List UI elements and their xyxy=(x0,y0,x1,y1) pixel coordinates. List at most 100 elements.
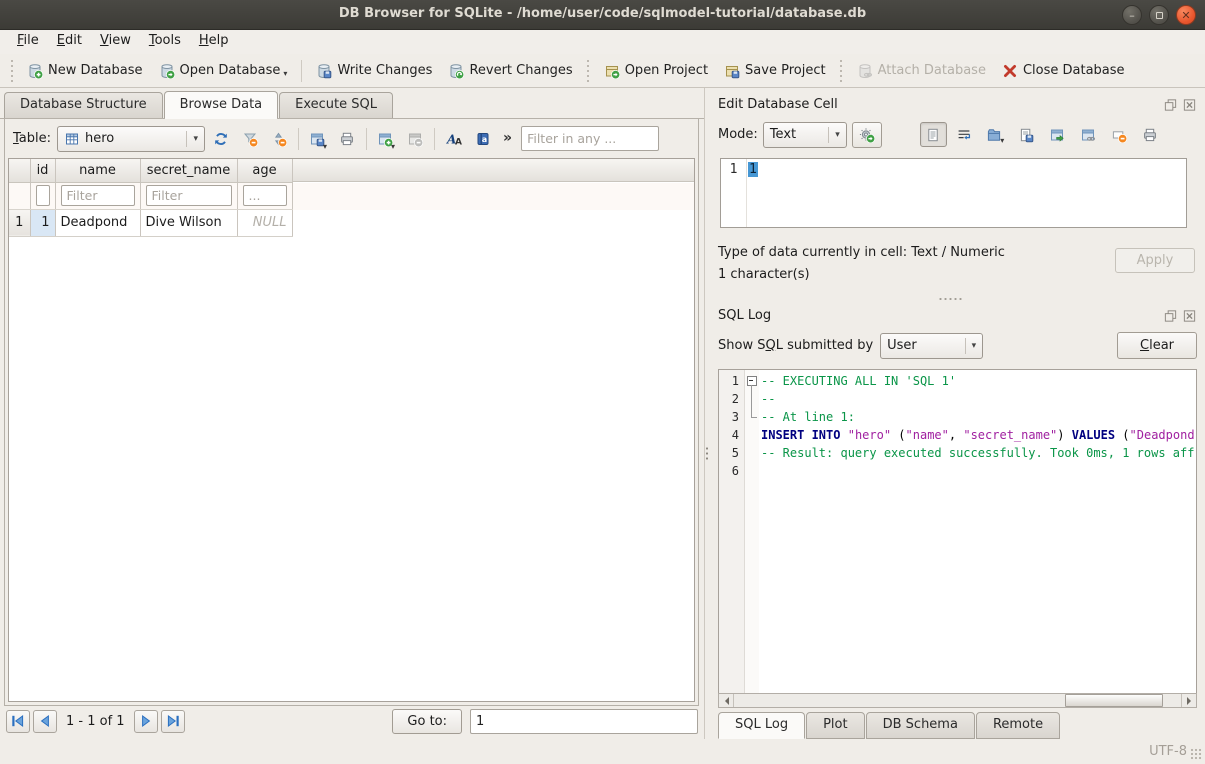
cell-name[interactable]: Deadpond xyxy=(55,209,140,236)
first-record-icon xyxy=(10,713,26,729)
cell-editor-text: 1 xyxy=(747,159,759,227)
print-button[interactable] xyxy=(334,126,360,152)
print-cell-button[interactable] xyxy=(1137,122,1164,147)
scrollbar-track[interactable] xyxy=(734,694,1181,707)
dock-close-icon[interactable] xyxy=(1182,98,1197,112)
toolbar-handle[interactable] xyxy=(838,60,845,82)
goto-input[interactable] xyxy=(470,709,698,734)
sql-log-view[interactable]: 123456 -- EXECUTING ALL IN 'SQL 1'---- A… xyxy=(718,369,1197,693)
import-data-button[interactable]: ▾ xyxy=(982,122,1009,147)
scroll-right-icon[interactable] xyxy=(1181,694,1196,707)
sql-log-hscrollbar[interactable] xyxy=(718,693,1197,708)
scrollbar-thumb[interactable] xyxy=(1065,694,1163,707)
refresh-button[interactable] xyxy=(208,126,234,152)
clear-filters-button[interactable] xyxy=(237,126,263,152)
column-filter-input-age[interactable] xyxy=(243,185,287,206)
next-record-button[interactable] xyxy=(134,710,158,733)
apply-button[interactable]: Apply xyxy=(1115,248,1195,273)
submitted-by-select[interactable]: User ▾ xyxy=(880,333,983,359)
dock-close-icon[interactable] xyxy=(1182,309,1197,323)
column-filter-input-name[interactable] xyxy=(61,185,135,206)
new-record-button[interactable]: ▾ xyxy=(373,126,399,152)
dock-float-icon[interactable] xyxy=(1163,98,1178,112)
log-line-number: 2 xyxy=(719,390,739,408)
filter-any-input[interactable] xyxy=(521,126,659,151)
close-database-button[interactable]: Close Database xyxy=(994,59,1133,83)
clear-log-button[interactable]: Clear xyxy=(1117,332,1197,359)
encoding-button[interactable]: a xyxy=(470,126,496,152)
window-controls: – ✕ xyxy=(1122,5,1196,25)
column-filter-input-secret-name[interactable] xyxy=(146,185,232,206)
more-tools-chevron[interactable]: » xyxy=(499,130,516,148)
menu-tools[interactable]: Tools xyxy=(140,30,190,54)
goto-label: Go to: xyxy=(407,714,447,729)
sql-log-title: SQL Log xyxy=(718,308,771,323)
tab-browse-data[interactable]: Browse Data xyxy=(164,91,279,118)
new-database-button[interactable]: New Database xyxy=(19,59,151,83)
export-view-button[interactable]: ▾ xyxy=(305,126,331,152)
doc-text-icon xyxy=(925,127,941,143)
dock-tab-remote[interactable]: Remote xyxy=(976,712,1060,739)
revert-changes-button[interactable]: Revert Changes xyxy=(440,59,580,83)
write-changes-button[interactable]: Write Changes xyxy=(308,59,440,83)
toolbar-handle[interactable] xyxy=(8,60,15,82)
dock-tab-plot[interactable]: Plot xyxy=(806,712,865,739)
column-header-id[interactable]: id xyxy=(30,159,55,182)
data-grid[interactable]: idnamesecret_nameage11DeadpondDive Wilso… xyxy=(8,158,695,702)
gear-import-icon xyxy=(859,127,875,143)
cell-id[interactable]: 1 xyxy=(30,209,55,236)
font-button[interactable]: AA xyxy=(441,126,467,152)
dock-float-icon[interactable] xyxy=(1163,309,1178,323)
close-icon[interactable]: ✕ xyxy=(1176,5,1196,25)
text-mode-button[interactable] xyxy=(920,122,947,147)
column-header-age[interactable]: age xyxy=(237,159,292,182)
column-header-secret-name[interactable]: secret_name xyxy=(140,159,237,182)
scroll-left-icon[interactable] xyxy=(719,694,734,707)
tab-database-structure[interactable]: Database Structure xyxy=(4,92,163,118)
menu-edit[interactable]: Edit xyxy=(48,30,91,54)
menu-file[interactable]: File xyxy=(8,30,48,54)
open-external-button[interactable] xyxy=(1075,122,1102,147)
column-filter-input-id[interactable] xyxy=(36,185,50,206)
apply-data-button[interactable] xyxy=(1044,122,1071,147)
sql-log-line-numbers: 123456 xyxy=(719,370,745,693)
previous-record-icon xyxy=(37,713,53,729)
maximize-icon[interactable] xyxy=(1149,5,1169,25)
set-null-button[interactable] xyxy=(1106,122,1133,147)
pane-splitter[interactable] xyxy=(704,88,709,739)
open-project-button[interactable]: Open Project xyxy=(596,59,716,83)
mode-select[interactable]: Text ▾ xyxy=(763,122,847,148)
first-record-button[interactable] xyxy=(6,710,30,733)
cell-secret-name[interactable]: Dive Wilson xyxy=(140,209,237,236)
save-project-button[interactable]: Save Project xyxy=(716,59,834,83)
fold-collapse-icon[interactable] xyxy=(745,372,759,390)
menu-help[interactable]: Help xyxy=(190,30,238,54)
main-tabbar: Database StructureBrowse DataExecute SQL xyxy=(0,88,704,119)
resize-grip-icon[interactable] xyxy=(1190,748,1202,760)
last-record-button[interactable] xyxy=(161,710,185,733)
auto-apply-button[interactable] xyxy=(852,122,882,148)
tab-execute-sql[interactable]: Execute SQL xyxy=(279,92,393,118)
column-header-name[interactable]: name xyxy=(55,159,140,182)
toolbar-button-label: Revert Changes xyxy=(469,63,572,78)
minimize-icon[interactable]: – xyxy=(1122,5,1142,25)
dock-tab-db-schema[interactable]: DB Schema xyxy=(866,712,975,739)
previous-record-button[interactable] xyxy=(33,710,57,733)
dock-splitter[interactable] xyxy=(718,292,1197,305)
menu-view[interactable]: View xyxy=(91,30,140,54)
clear-sorting-button[interactable] xyxy=(266,126,292,152)
dock-tab-sql-log[interactable]: SQL Log xyxy=(718,712,805,739)
export-data-button[interactable] xyxy=(1013,122,1040,147)
clear-filter-icon xyxy=(242,131,258,147)
row-number[interactable]: 1 xyxy=(9,209,30,236)
goto-button[interactable]: Go to: xyxy=(392,709,462,734)
toolbar-handle[interactable] xyxy=(585,60,592,82)
cell-age[interactable]: NULL xyxy=(237,209,292,236)
cell-editor[interactable]: 1 1 xyxy=(720,158,1187,228)
clear-sort-icon xyxy=(271,131,287,147)
svg-text:a: a xyxy=(482,135,487,144)
open-database-button[interactable]: Open Database▾ xyxy=(151,59,296,83)
word-wrap-button[interactable] xyxy=(951,122,978,147)
grid-corner[interactable] xyxy=(9,159,30,182)
table-select[interactable]: hero ▾ xyxy=(57,126,205,152)
